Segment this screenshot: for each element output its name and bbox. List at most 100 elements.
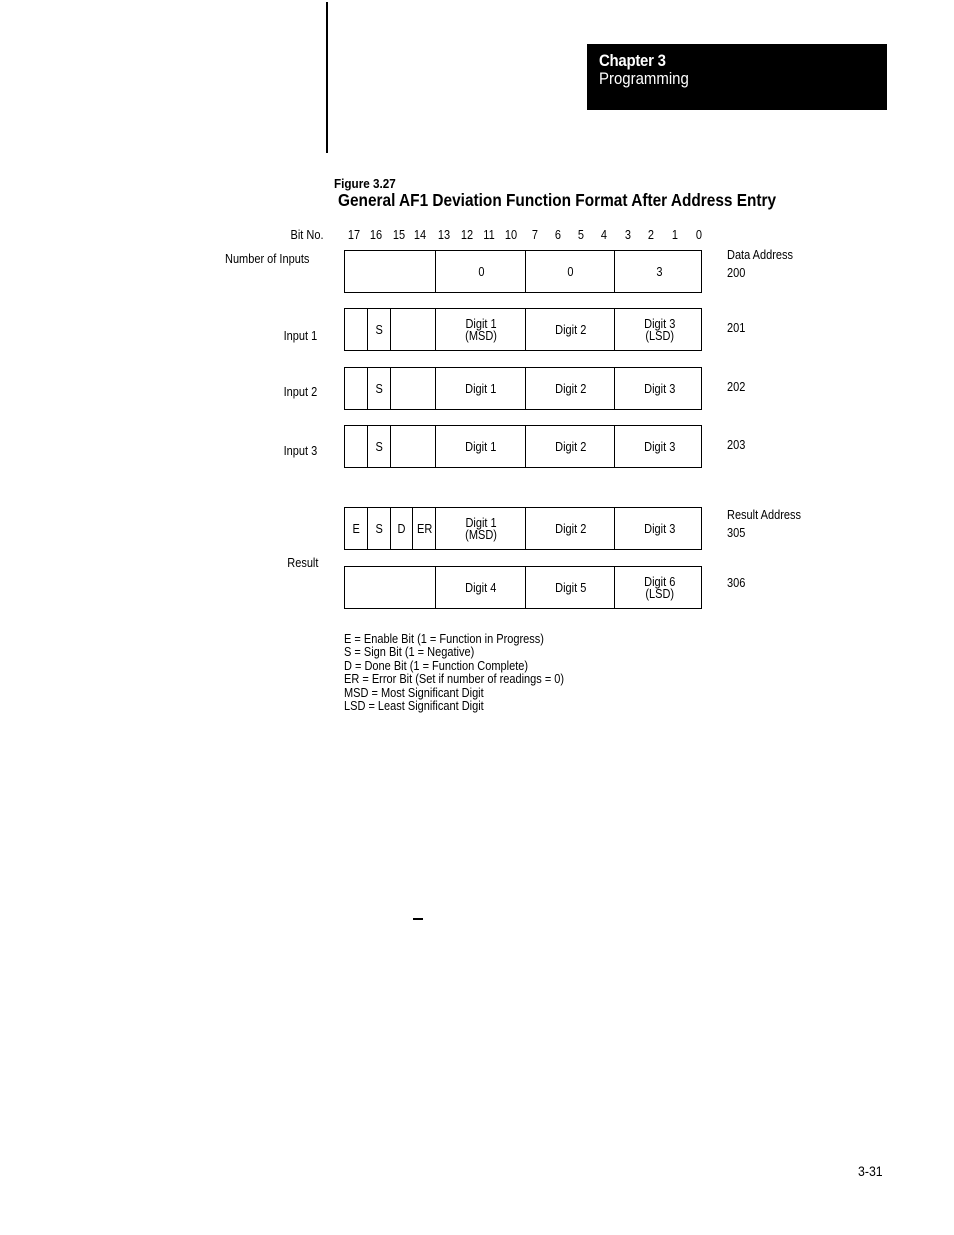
register-cell: Digit 1 xyxy=(435,368,526,409)
bit-number: 7 xyxy=(531,228,539,242)
margin-rule xyxy=(326,2,328,153)
cell-text: Digit 1 (MSD) xyxy=(465,515,497,542)
register-cell: D xyxy=(390,508,413,549)
result-address-caption: Result Address xyxy=(727,508,801,522)
cell-text: Digit 2 xyxy=(554,322,587,337)
register-cell: Digit 2 xyxy=(525,368,615,409)
legend-item: ER = Error Bit (Set if number of reading… xyxy=(344,672,565,687)
data-address-caption: Data Address xyxy=(727,248,794,262)
register-203: S Digit 1 Digit 2 Digit 3 xyxy=(344,425,702,468)
legend-item: MSD = Most Significant Digit xyxy=(344,685,484,700)
bit-number: 14 xyxy=(413,228,427,242)
address-306: 306 xyxy=(727,576,746,590)
cell-text: Digit 2 xyxy=(554,381,587,396)
bit-number: 4 xyxy=(600,228,608,242)
cell-text: Digit 1 xyxy=(465,439,497,454)
bit-number: 16 xyxy=(369,228,383,242)
cell-text: Digit 2 xyxy=(554,521,587,536)
register-cell xyxy=(390,426,436,467)
bit-number: 15 xyxy=(392,228,406,242)
register-cell xyxy=(390,368,436,409)
register-cell: Digit 6 (LSD) xyxy=(614,567,704,608)
cell-text: Digit 3 (LSD) xyxy=(643,316,676,343)
address-201: 201 xyxy=(727,321,746,335)
cell-text: S xyxy=(375,439,384,454)
register-cell: Digit 3 xyxy=(614,508,704,549)
figure-number: Figure 3.27 xyxy=(334,176,396,191)
legend-item: D = Done Bit (1 = Function Complete) xyxy=(344,658,529,673)
register-cell: 3 xyxy=(614,251,704,292)
register-cell xyxy=(345,426,367,467)
register-cell xyxy=(345,309,367,350)
cell-text: Digit 3 xyxy=(643,439,676,454)
register-cell xyxy=(345,368,367,409)
bit-number: 12 xyxy=(460,228,474,242)
address-203: 203 xyxy=(727,438,746,452)
register-cell: E xyxy=(345,508,367,549)
cell-text: S xyxy=(375,322,384,337)
register-306: Digit 4 Digit 5 Digit 6 (LSD) xyxy=(344,566,702,609)
number-of-inputs-label: Number of Inputs xyxy=(225,252,310,266)
cell-text: Digit 1 (MSD) xyxy=(465,316,497,343)
register-200: 0 0 3 xyxy=(344,250,702,293)
bit-no-label: Bit No. xyxy=(290,228,324,242)
chapter-title: Programming xyxy=(599,69,689,88)
register-cell: S xyxy=(367,508,391,549)
register-201: S Digit 1 (MSD) Digit 2 Digit 3 (LSD) xyxy=(344,308,702,351)
cell-text: Digit 5 xyxy=(554,580,587,595)
register-cell: Digit 2 xyxy=(525,309,615,350)
bit-number: 17 xyxy=(347,228,361,242)
cell-text: E xyxy=(352,521,360,536)
chapter-number: Chapter 3 xyxy=(599,51,666,70)
register-cell xyxy=(390,309,436,350)
register-cell: Digit 1 (MSD) xyxy=(435,508,526,549)
bit-number: 2 xyxy=(647,228,655,242)
input3-label: Input 3 xyxy=(283,444,317,458)
bit-number: 0 xyxy=(695,228,703,242)
cell-text: Digit 1 xyxy=(465,381,497,396)
cell-text: S xyxy=(375,381,384,396)
register-cell: Digit 3 xyxy=(614,368,704,409)
register-cell: 0 xyxy=(435,251,526,292)
address-305: 305 xyxy=(727,526,746,540)
cell-text: Digit 3 xyxy=(643,381,676,396)
address-200: 200 xyxy=(727,266,746,280)
register-305: E S D ER Digit 1 (MSD) Digit 2 Digit 3 xyxy=(344,507,702,550)
result-label: Result xyxy=(286,556,318,570)
register-cell: ER xyxy=(412,508,436,549)
figure-title: General AF1 Deviation Function Format Af… xyxy=(338,190,777,210)
register-cell xyxy=(345,251,435,292)
cell-text: Digit 6 (LSD) xyxy=(643,574,676,601)
bit-number: 6 xyxy=(554,228,562,242)
register-cell xyxy=(345,567,435,608)
cell-text: 0 xyxy=(567,264,574,279)
register-cell: 0 xyxy=(525,251,615,292)
chapter-header: Chapter 3 Programming xyxy=(587,44,887,110)
legend-item: S = Sign Bit (1 = Negative) xyxy=(344,645,475,660)
legend-item: E = Enable Bit (1 = Function in Progress… xyxy=(344,632,544,646)
cell-text: D xyxy=(398,521,406,536)
cell-text: Digit 3 xyxy=(643,521,676,536)
cell-text: ER xyxy=(416,521,433,536)
register-cell: Digit 2 xyxy=(525,508,615,549)
register-cell: Digit 5 xyxy=(525,567,615,608)
cell-text: Digit 4 xyxy=(465,580,497,595)
cell-text: 3 xyxy=(656,264,663,279)
bit-number: 11 xyxy=(483,228,495,242)
register-cell: Digit 2 xyxy=(525,426,615,467)
legend: E = Enable Bit (1 = Function in Progress… xyxy=(344,632,565,714)
cell-text: S xyxy=(375,521,384,536)
register-202: S Digit 1 Digit 2 Digit 3 xyxy=(344,367,702,410)
register-cell: Digit 1 xyxy=(435,426,526,467)
bit-number: 13 xyxy=(437,228,451,242)
input2-label: Input 2 xyxy=(283,385,317,399)
bit-number: 5 xyxy=(577,228,585,242)
register-cell: S xyxy=(367,426,391,467)
register-cell: Digit 3 xyxy=(614,426,704,467)
cell-text: 0 xyxy=(477,264,485,279)
cell-text: Digit 2 xyxy=(554,439,587,454)
legend-item: LSD = Least Significant Digit xyxy=(344,699,484,714)
register-cell: Digit 3 (LSD) xyxy=(614,309,704,350)
register-cell: Digit 1 (MSD) xyxy=(435,309,526,350)
input1-label: Input 1 xyxy=(283,329,317,343)
